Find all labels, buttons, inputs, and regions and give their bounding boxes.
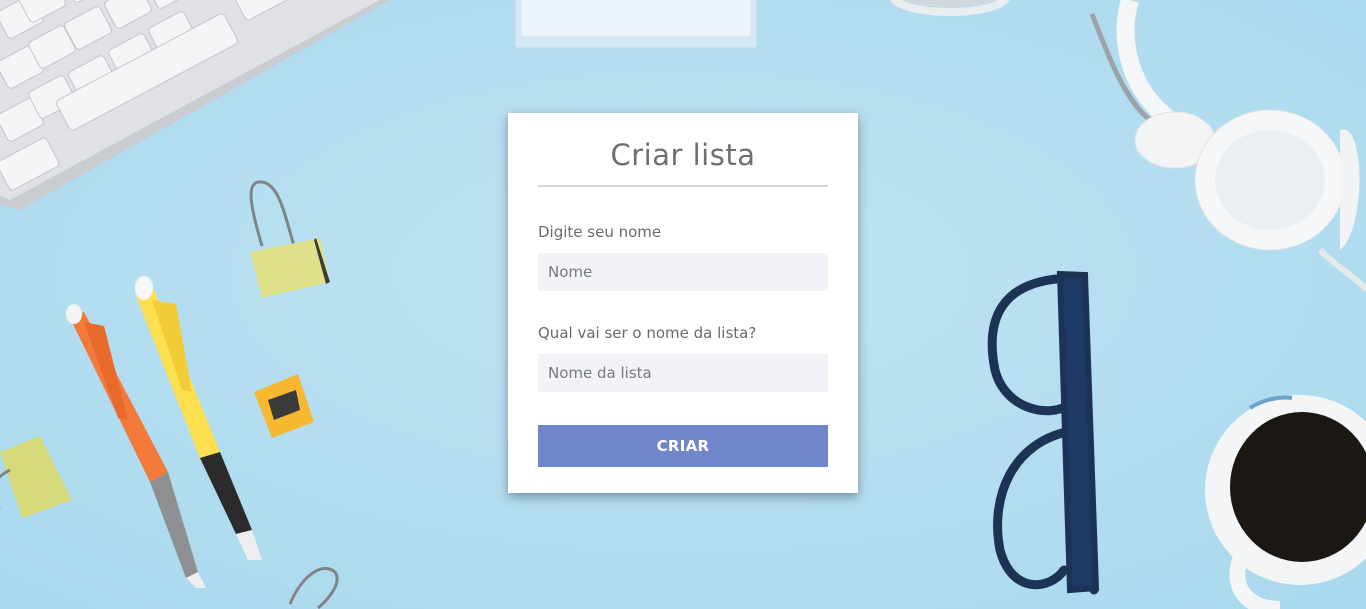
- create-list-card: Criar lista Digite seu nome Qual vai ser…: [508, 113, 858, 493]
- name-label: Digite seu nome: [538, 223, 662, 241]
- create-button[interactable]: CRIAR: [538, 425, 828, 467]
- list-name-input[interactable]: [538, 354, 828, 392]
- card-title: Criar lista: [538, 113, 828, 187]
- id-card-icon: [514, 0, 758, 49]
- list-name-label: Qual vai ser o nome da lista?: [538, 324, 757, 342]
- name-input[interactable]: [538, 253, 828, 291]
